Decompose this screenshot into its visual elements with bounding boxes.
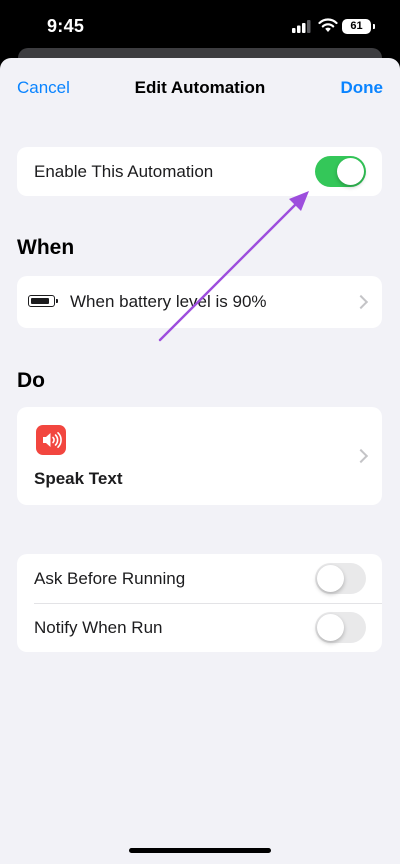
chevron-right-icon xyxy=(353,448,369,464)
do-action-row[interactable]: Speak Text xyxy=(17,407,382,505)
notify-when-run-toggle[interactable] xyxy=(315,612,366,643)
when-trigger-row[interactable]: When battery level is 90% xyxy=(17,276,382,328)
battery-tip xyxy=(373,24,375,29)
notify-when-run-label: Notify When Run xyxy=(34,618,163,637)
options-group: Ask Before Running Notify When Run xyxy=(17,554,382,652)
cellular-signal-icon xyxy=(292,20,311,33)
edit-automation-sheet: Cancel Edit Automation Done Enable This … xyxy=(0,58,400,864)
toggle-knob xyxy=(337,158,364,185)
wifi-icon xyxy=(318,18,338,32)
toggle-knob xyxy=(317,565,344,592)
speaker-icon xyxy=(36,425,66,455)
divider xyxy=(34,603,382,604)
when-heading: When xyxy=(17,236,75,259)
battery-tip xyxy=(56,299,58,303)
battery-icon: 61 xyxy=(342,19,371,34)
enable-automation-toggle[interactable] xyxy=(315,156,366,187)
done-button[interactable]: Done xyxy=(341,78,384,98)
do-action-label: Speak Text xyxy=(34,469,123,488)
when-trigger-label: When battery level is 90% xyxy=(70,292,267,311)
battery-icon xyxy=(28,295,58,307)
status-time: 9:45 xyxy=(47,16,85,36)
chevron-right-icon xyxy=(353,294,369,310)
ask-before-running-label: Ask Before Running xyxy=(34,569,186,588)
battery-level-fill xyxy=(31,298,49,304)
status-bar: 9:45 61 xyxy=(0,0,400,44)
do-heading: Do xyxy=(17,369,45,392)
toggle-knob xyxy=(317,614,344,641)
enable-automation-row: Enable This Automation xyxy=(17,147,382,196)
home-indicator xyxy=(129,848,271,853)
enable-automation-label: Enable This Automation xyxy=(34,162,214,181)
ask-before-running-toggle[interactable] xyxy=(315,563,366,594)
